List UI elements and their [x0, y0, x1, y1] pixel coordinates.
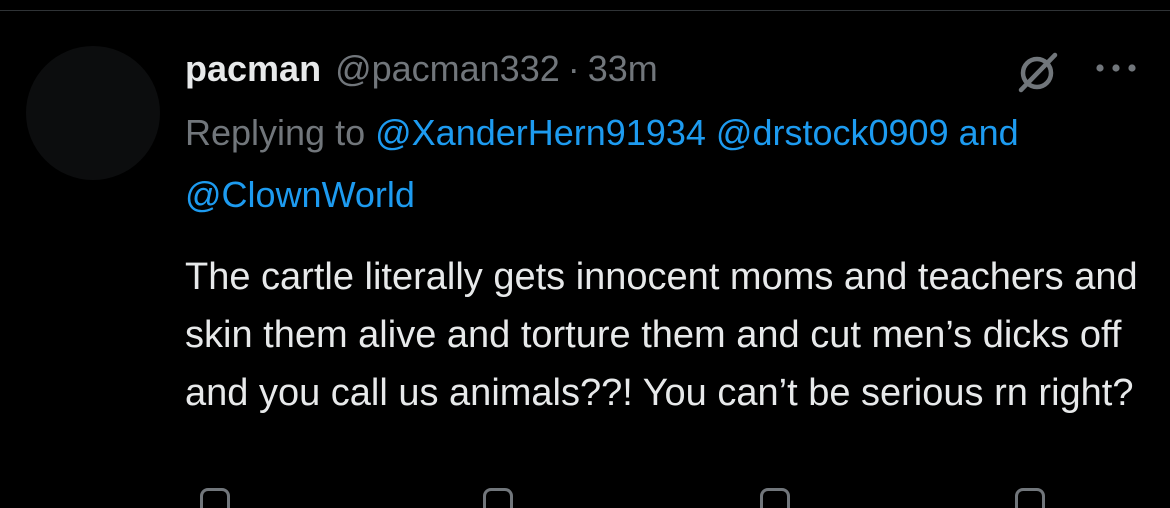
share-icon[interactable] — [1015, 488, 1045, 508]
more-icon[interactable] — [1092, 52, 1140, 82]
mention-link[interactable]: @ClownWorld — [185, 174, 415, 215]
avatar[interactable] — [26, 46, 160, 180]
tweet-text: The cartle literally gets innocent moms … — [185, 256, 1138, 414]
action-bar — [185, 488, 1145, 508]
top-divider — [0, 10, 1170, 11]
and-word: and — [958, 112, 1019, 153]
user-handle[interactable]: @pacman332 — [335, 48, 560, 90]
display-name[interactable]: pacman — [185, 48, 321, 90]
timestamp[interactable]: 33m — [588, 48, 658, 90]
grok-icon[interactable] — [1013, 50, 1063, 94]
tweet-content: pacman @pacman332 · 33m Replying to @Xan… — [185, 44, 1145, 422]
replying-to: Replying to @XanderHern91934 @drstock090… — [185, 102, 1145, 226]
mention-link[interactable]: @XanderHern91934 — [375, 112, 706, 153]
separator-dot: · — [567, 48, 580, 89]
reply-icon[interactable] — [200, 488, 230, 508]
like-icon[interactable] — [760, 488, 790, 508]
replying-prefix: Replying to — [185, 112, 366, 153]
retweet-icon[interactable] — [483, 488, 513, 508]
mention-link[interactable]: @drstock0909 — [716, 112, 949, 153]
tweet-header: pacman @pacman332 · 33m — [185, 44, 1145, 94]
